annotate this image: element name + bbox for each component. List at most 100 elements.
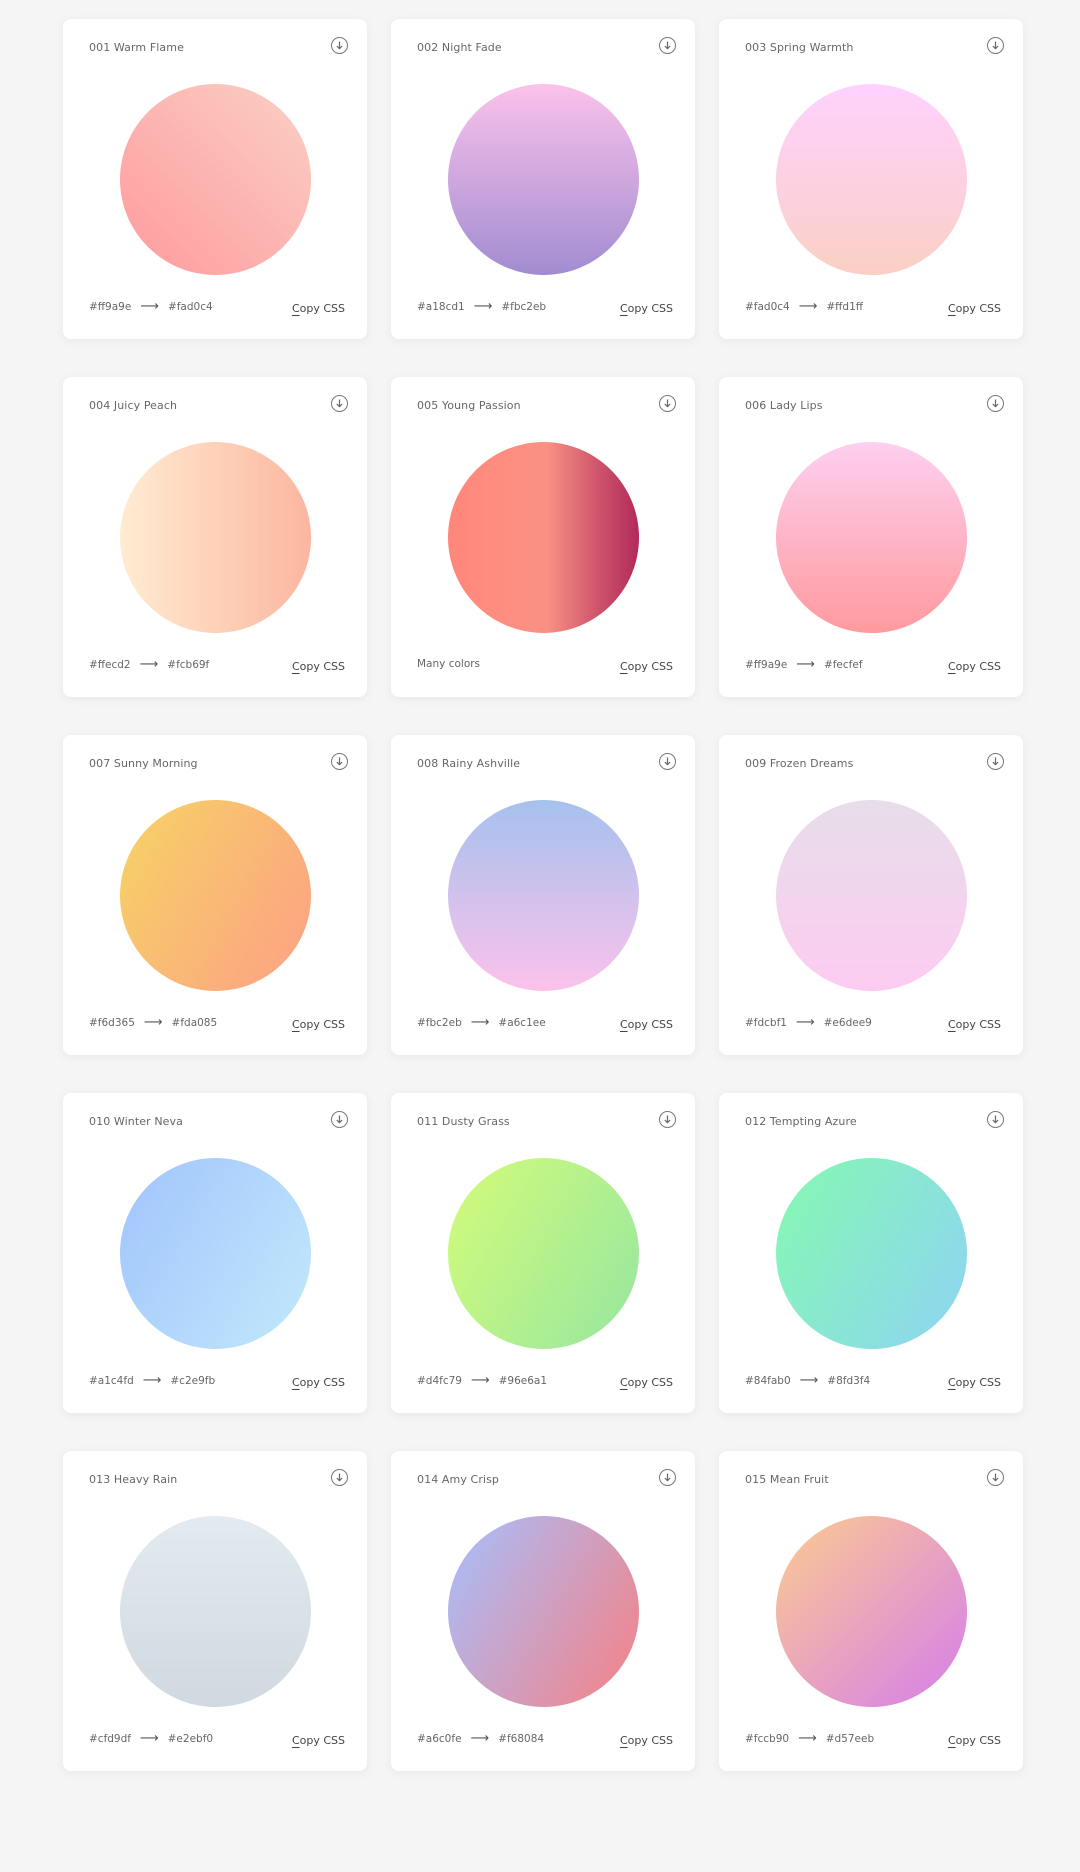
download-icon[interactable]	[659, 1111, 676, 1128]
gradient-swatch[interactable]	[120, 442, 311, 633]
copy-css-button[interactable]: Copy CSS	[620, 660, 673, 673]
color-from: #a18cd1	[417, 300, 465, 313]
copy-css-label-rest: opy CSS	[955, 1018, 1001, 1031]
color-to: #e6dee9	[823, 1016, 872, 1029]
copy-css-button[interactable]: Copy CSS	[948, 302, 1001, 315]
download-icon[interactable]	[659, 753, 676, 770]
gradient-swatch[interactable]	[776, 1516, 967, 1707]
arrow-right-icon: ⟶	[798, 1731, 817, 1746]
copy-css-button[interactable]: Copy CSS	[620, 1376, 673, 1389]
gradient-title: 010 Winter Neva	[89, 1115, 184, 1128]
color-to: #e2ebf0	[167, 1732, 214, 1745]
color-from: #f6d365	[89, 1016, 135, 1029]
gradient-swatch[interactable]	[120, 84, 311, 275]
download-icon[interactable]	[987, 1469, 1004, 1486]
copy-css-label-first: C	[291, 660, 300, 673]
copy-css-label-first: C	[291, 1018, 300, 1031]
copy-css-label-rest: opy CSS	[627, 1376, 673, 1389]
gradient-swatch[interactable]	[448, 800, 639, 991]
gradient-colors: #fbc2eb ⟶ #a6c1ee	[417, 1016, 546, 1029]
copy-css-label-first: C	[947, 1376, 956, 1389]
copy-css-button[interactable]: Copy CSS	[620, 1018, 673, 1031]
gradient-card: 013 Heavy Rain #cfd9df ⟶ #e2ebf0 Copy CS…	[63, 1451, 367, 1771]
copy-css-button[interactable]: Copy CSS	[948, 1376, 1001, 1389]
gradient-swatch[interactable]	[776, 800, 967, 991]
download-icon[interactable]	[659, 395, 676, 412]
gradient-colors: #cfd9df ⟶ #e2ebf0	[89, 1732, 213, 1745]
color-to: #8fd3f4	[827, 1374, 871, 1387]
copy-css-button[interactable]: Copy CSS	[292, 302, 345, 315]
arrow-down-icon	[336, 41, 343, 50]
color-from: #fccb90	[745, 1732, 790, 1745]
arrow-down-icon	[992, 1115, 999, 1124]
gradient-swatch[interactable]	[448, 84, 639, 275]
download-icon[interactable]	[987, 37, 1004, 54]
download-icon[interactable]	[659, 1469, 676, 1486]
arrow-down-icon	[664, 41, 671, 50]
arrow-right-icon: ⟶	[470, 1373, 490, 1388]
copy-css-label-first: C	[619, 302, 628, 315]
gradient-colors: Many colors	[417, 658, 480, 670]
gradient-card: 012 Tempting Azure #84fab0 ⟶ #8fd3f4 Cop…	[719, 1093, 1023, 1413]
gradient-swatch[interactable]	[120, 1158, 311, 1349]
copy-css-button[interactable]: Copy CSS	[620, 1734, 673, 1747]
copy-css-label-first: C	[947, 1018, 956, 1031]
arrow-right-icon: ⟶	[139, 657, 159, 672]
color-to: #fda085	[171, 1016, 218, 1029]
copy-css-button[interactable]: Copy CSS	[948, 1734, 1001, 1747]
gradient-swatch[interactable]	[776, 442, 967, 633]
download-icon[interactable]	[331, 1111, 348, 1128]
download-icon[interactable]	[987, 753, 1004, 770]
copy-css-button[interactable]: Copy CSS	[292, 660, 345, 673]
gradient-swatch[interactable]	[776, 1158, 967, 1349]
gradient-card: 006 Lady Lips #ff9a9e ⟶ #fecfef Copy CSS	[719, 377, 1023, 697]
gradient-swatch[interactable]	[448, 442, 639, 633]
copy-css-button[interactable]: Copy CSS	[948, 1018, 1001, 1031]
color-to: #96e6a1	[498, 1374, 548, 1387]
gradient-colors: #d4fc79 ⟶ #96e6a1	[417, 1374, 547, 1387]
download-icon[interactable]	[331, 753, 348, 770]
gradient-colors: #a18cd1 ⟶ #fbc2eb	[417, 300, 546, 313]
arrow-right-icon: ⟶	[798, 299, 818, 314]
copy-css-button[interactable]: Copy CSS	[292, 1376, 345, 1389]
gradient-title: 001 Warm Flame	[89, 41, 184, 54]
gradient-title: 002 Night Fade	[417, 41, 502, 54]
arrow-right-icon: ⟶	[799, 1373, 819, 1388]
copy-css-label-rest: opy CSS	[627, 1018, 673, 1031]
color-to: #ffd1ff	[826, 300, 863, 313]
download-icon[interactable]	[987, 395, 1004, 412]
copy-css-button[interactable]: Copy CSS	[292, 1734, 345, 1747]
gradient-colors: #a6c0fe ⟶ #f68084	[417, 1732, 544, 1745]
copy-css-button[interactable]: Copy CSS	[948, 660, 1001, 673]
arrow-right-icon: ⟶	[470, 1015, 490, 1030]
gradient-title: 003 Spring Warmth	[745, 41, 854, 54]
arrow-down-icon	[992, 1473, 999, 1482]
gradient-colors: #84fab0 ⟶ #8fd3f4	[745, 1374, 870, 1387]
arrow-down-icon	[336, 757, 343, 766]
copy-css-label-first: C	[291, 1376, 300, 1389]
copy-css-button[interactable]: Copy CSS	[620, 302, 673, 315]
gradient-card: 009 Frozen Dreams #fdcbf1 ⟶ #e6dee9 Copy…	[719, 735, 1023, 1055]
gradient-card: 001 Warm Flame #ff9a9e ⟶ #fad0c4 Copy CS…	[63, 19, 367, 339]
download-icon[interactable]	[659, 37, 676, 54]
download-icon[interactable]	[987, 1111, 1004, 1128]
copy-css-label-rest: opy CSS	[627, 660, 673, 673]
gradient-swatch[interactable]	[776, 84, 967, 275]
color-from: #84fab0	[745, 1374, 791, 1387]
copy-css-label-rest: opy CSS	[955, 1376, 1001, 1389]
gradient-swatch[interactable]	[120, 800, 311, 991]
copy-css-button[interactable]: Copy CSS	[292, 1018, 345, 1031]
copy-css-label-first: C	[619, 1018, 628, 1031]
gradient-swatch[interactable]	[120, 1516, 311, 1707]
copy-css-label-first: C	[947, 660, 956, 673]
download-icon[interactable]	[331, 1469, 348, 1486]
gradient-title: 013 Heavy Rain	[89, 1473, 178, 1486]
color-to: #c2e9fb	[170, 1374, 216, 1387]
gradient-swatch[interactable]	[448, 1158, 639, 1349]
copy-css-label-rest: opy CSS	[299, 1734, 345, 1747]
color-to: #a6c1ee	[498, 1016, 546, 1029]
download-icon[interactable]	[331, 395, 348, 412]
arrow-right-icon: ⟶	[139, 1731, 159, 1746]
gradient-swatch[interactable]	[448, 1516, 639, 1707]
download-icon[interactable]	[331, 37, 348, 54]
